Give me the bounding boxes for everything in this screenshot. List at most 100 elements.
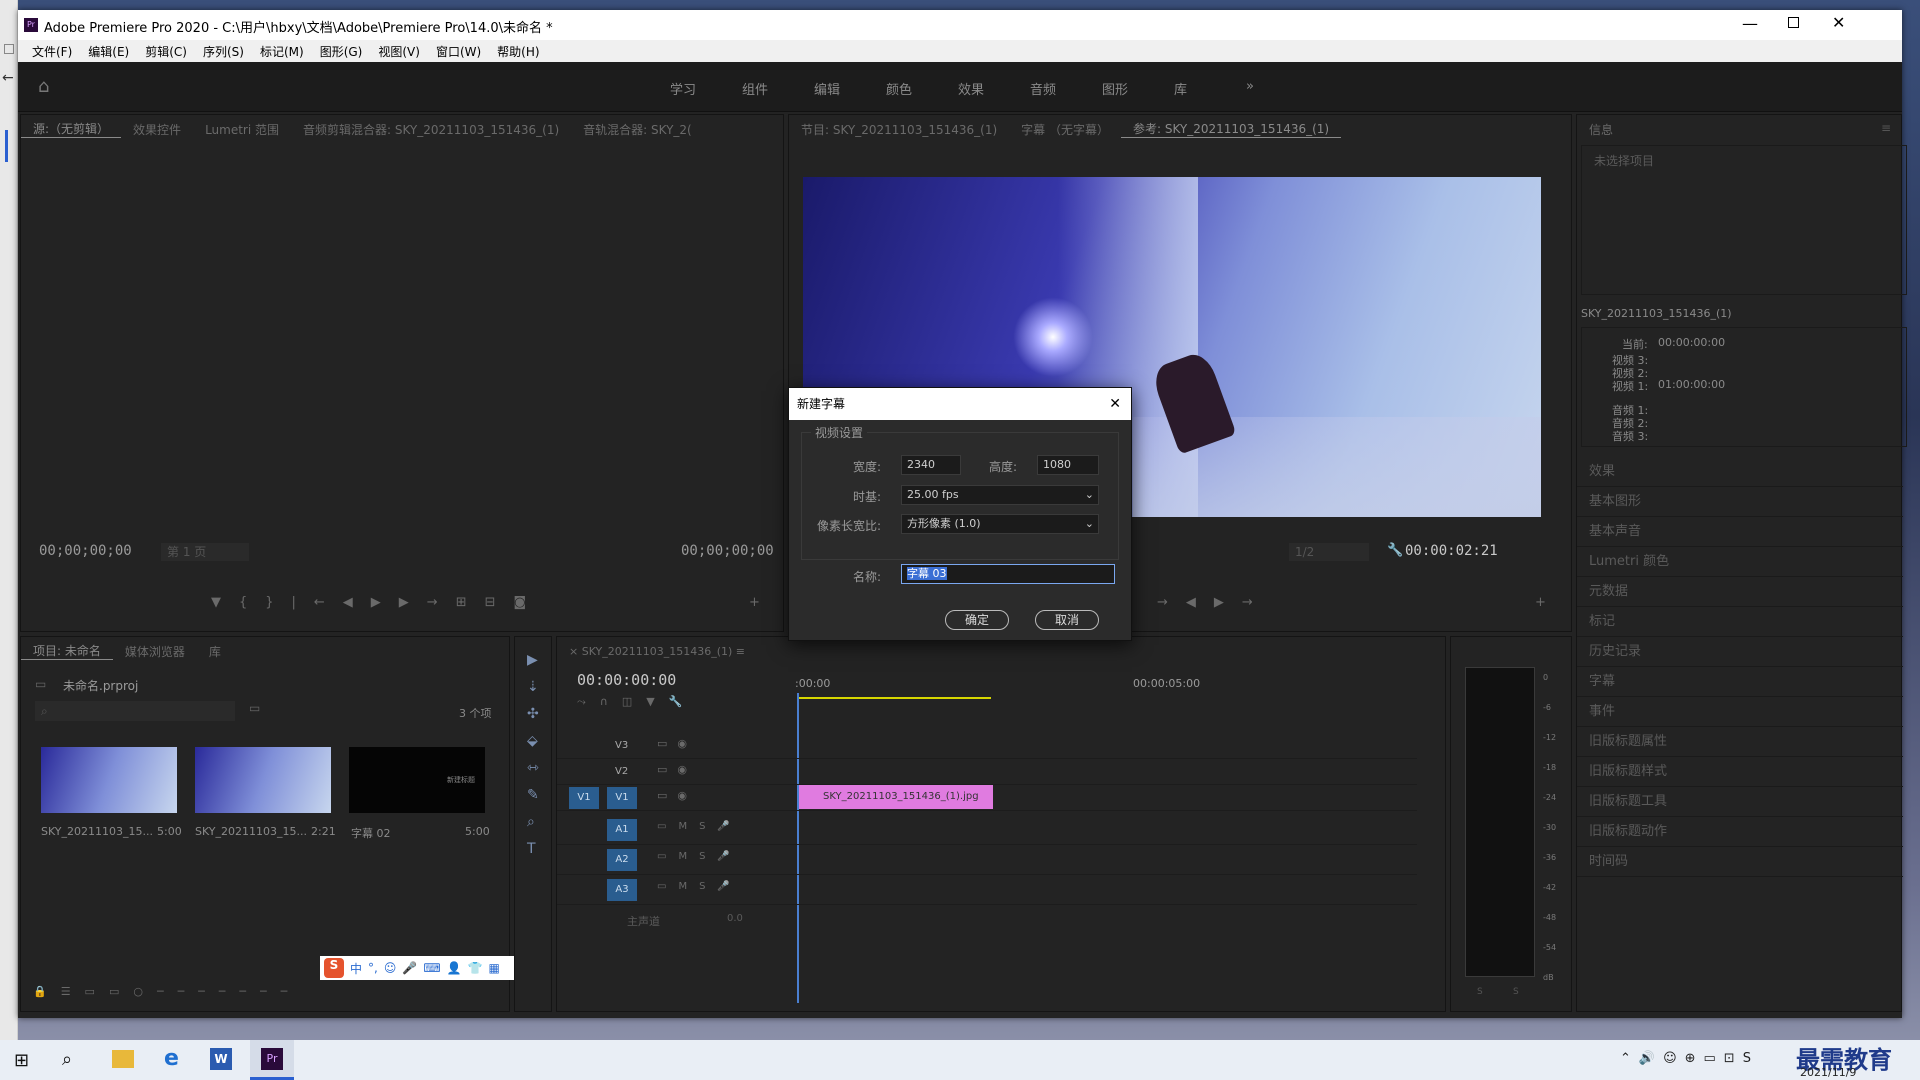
menu-sequence[interactable]: 序列(S) [195,43,252,60]
ime-keyboard-icon[interactable]: ⌨ [423,961,440,975]
master-track-value[interactable]: 0.0 [727,913,743,924]
workspace-assembly[interactable]: 组件 [742,79,814,98]
workspace-color[interactable]: 颜色 [886,79,958,98]
search-icon[interactable]: ⌕ [62,1049,72,1070]
track-controls[interactable]: ▭◉ [657,737,697,750]
track-controls[interactable]: ▭◉ [657,763,697,776]
maximize-icon[interactable] [1788,17,1799,28]
timeline-clip[interactable]: SKY_20211103_151436_(1).jpg [799,785,993,809]
timeline-tab[interactable]: × SKY_20211103_151436_(1) ≡ [569,645,745,658]
ime-voice-icon[interactable]: 🎤 [402,961,417,975]
panel-essential-sound[interactable]: 基本声音 [1577,517,1903,547]
tools-list[interactable]: ▶ ⇣ ✣ ⬙ ⇿ ✎ ⌕ T [527,647,547,863]
panel-effects[interactable]: 效果 [1577,457,1903,487]
clock-date[interactable]: 2021/11/9 [1800,1066,1856,1079]
workspace-graphics[interactable]: 图形 [1102,79,1174,98]
word-icon[interactable]: W [210,1048,232,1070]
tab-libraries[interactable]: 库 [197,643,233,660]
workspace-audio[interactable]: 音频 [1030,79,1102,98]
track-controls[interactable]: ▭◉ [657,789,697,802]
timebase-select[interactable]: 25.00 fps ⌄ [901,485,1099,505]
solo-button[interactable]: S [1477,987,1483,997]
ime-menu-icon[interactable]: ▦ [489,961,500,975]
panel-legacy-title-properties[interactable]: 旧版标题属性 [1577,727,1903,757]
tab-source[interactable]: 源:（无剪辑） [21,120,122,138]
home-icon[interactable]: ⌂ [38,76,49,97]
workspace-editing[interactable]: 编辑 [814,79,886,98]
cancel-button[interactable]: 取消 [1035,610,1099,630]
program-transport-controls[interactable]: →◀▶→ [1157,595,1271,610]
premiere-taskbar-button[interactable]: Pr [250,1040,294,1080]
project-item-name[interactable]: SKY_20211103_15... [41,825,153,838]
edge-icon[interactable]: e [164,1046,179,1071]
start-icon[interactable]: ⊞ [14,1050,29,1071]
solo-button[interactable]: S [1513,987,1519,997]
tab-reference[interactable]: 参考: SKY_20211103_151436_(1) [1120,120,1342,138]
ime-skin-icon[interactable]: 👕 [468,961,483,975]
project-thumb-2[interactable] [195,747,331,813]
ime-toolbar[interactable]: S 中 °, ☺ 🎤 ⌨ 👤 👕 ▦ [320,956,524,980]
project-item-name[interactable]: SKY_20211103_15... [195,825,307,838]
resolution-select[interactable]: 1/2 [1289,543,1369,561]
par-select[interactable]: 方形像素 (1.0) ⌄ [901,514,1099,534]
panel-essential-graphics[interactable]: 基本图形 [1577,487,1903,517]
back-arrow-icon[interactable]: ← [2,70,14,86]
track-controls[interactable]: ▭MS🎤 [657,821,742,832]
dialog-close-icon[interactable]: ✕ [1109,388,1121,420]
workspace-learn[interactable]: 学习 [670,79,742,98]
tab-media-browser[interactable]: 媒体浏览器 [113,643,197,660]
ime-punctuation[interactable]: °, [368,961,378,975]
menu-window[interactable]: 窗口(W) [428,43,489,60]
panel-timecode[interactable]: 时间码 [1577,847,1903,877]
height-input[interactable]: 1080 [1037,455,1099,475]
workspace-effects[interactable]: 效果 [958,79,1030,98]
tab-project[interactable]: 项目: 未命名 [21,642,113,660]
panel-events[interactable]: 事件 [1577,697,1903,727]
tab-audio-track-mixer[interactable]: 音轨混合器: SKY_2( [571,121,704,138]
project-thumb-3[interactable]: 新建标题 [349,747,485,813]
tab-audio-clip-mixer[interactable]: 音频剪辑混合器: SKY_20211103_151436_(1) [291,121,571,138]
track-target-v1[interactable]: V1 [607,787,637,809]
track-target-a2[interactable]: A2 [607,849,637,871]
menu-view[interactable]: 视图(V) [370,43,428,60]
panel-legacy-title-tools[interactable]: 旧版标题工具 [1577,787,1903,817]
panel-legacy-title-styles[interactable]: 旧版标题样式 [1577,757,1903,787]
timeline-toolbar[interactable]: ⤳∩◫▼🔧 [577,695,696,709]
file-explorer-icon[interactable] [112,1050,134,1068]
project-thumb-1[interactable] [41,747,177,813]
panel-captions[interactable]: 字幕 [1577,667,1903,697]
project-item-name[interactable]: 字幕 02 [351,825,391,841]
menu-marker[interactable]: 标记(M) [252,43,312,60]
tab-program[interactable]: 节目: SKY_20211103_151436_(1) [789,121,1009,138]
panel-legacy-title-actions[interactable]: 旧版标题动作 [1577,817,1903,847]
source-patch-v1[interactable]: V1 [569,787,599,809]
menu-graphics[interactable]: 图形(G) [312,43,371,60]
track-target-a3[interactable]: A3 [607,879,637,901]
width-input[interactable]: 2340 [901,455,961,475]
source-timecode-left[interactable]: 00;00;00;00 [39,543,132,559]
minimize-icon[interactable]: — [1742,14,1758,33]
menu-file[interactable]: 文件(F) [24,43,80,60]
page-select[interactable]: 第 1 页 [161,543,249,561]
track-controls[interactable]: ▭MS🎤 [657,851,742,862]
wrench-icon[interactable]: 🔧 [1387,543,1403,558]
tab-lumetri-scopes[interactable]: Lumetri 范围 [193,121,291,138]
sogou-logo-icon[interactable]: S [324,958,344,978]
menu-edit[interactable]: 编辑(E) [80,43,137,60]
panel-lumetri-color[interactable]: Lumetri 颜色 [1577,547,1903,577]
close-icon[interactable]: ✕ [1832,13,1845,32]
project-bottom-toolbar[interactable]: 🔒☰▭▭○─────── [33,985,301,998]
panel-history[interactable]: 历史记录 [1577,637,1903,667]
track-controls[interactable]: ▭MS🎤 [657,881,742,892]
timeline-timecode[interactable]: 00:00:00:00 [577,671,676,689]
new-bin-icon[interactable]: ▭ [249,701,260,715]
program-add-button[interactable]: + [1535,595,1546,610]
menu-clip[interactable]: 剪辑(C) [137,43,195,60]
source-transport-controls[interactable]: ▼{}|←◀▶▶→⊞⊟◙ [211,595,544,610]
panel-markers[interactable]: 标记 [1577,607,1903,637]
panel-menu-icon[interactable]: ≡ [1881,121,1891,135]
source-add-button[interactable]: + [749,595,760,610]
system-tray-icons[interactable]: ⌃🔊☺⊕▭⊡S [1620,1051,1759,1066]
tab-captions[interactable]: 字幕 （无字幕） [1009,121,1121,138]
ime-emoji-icon[interactable]: ☺ [384,961,397,975]
